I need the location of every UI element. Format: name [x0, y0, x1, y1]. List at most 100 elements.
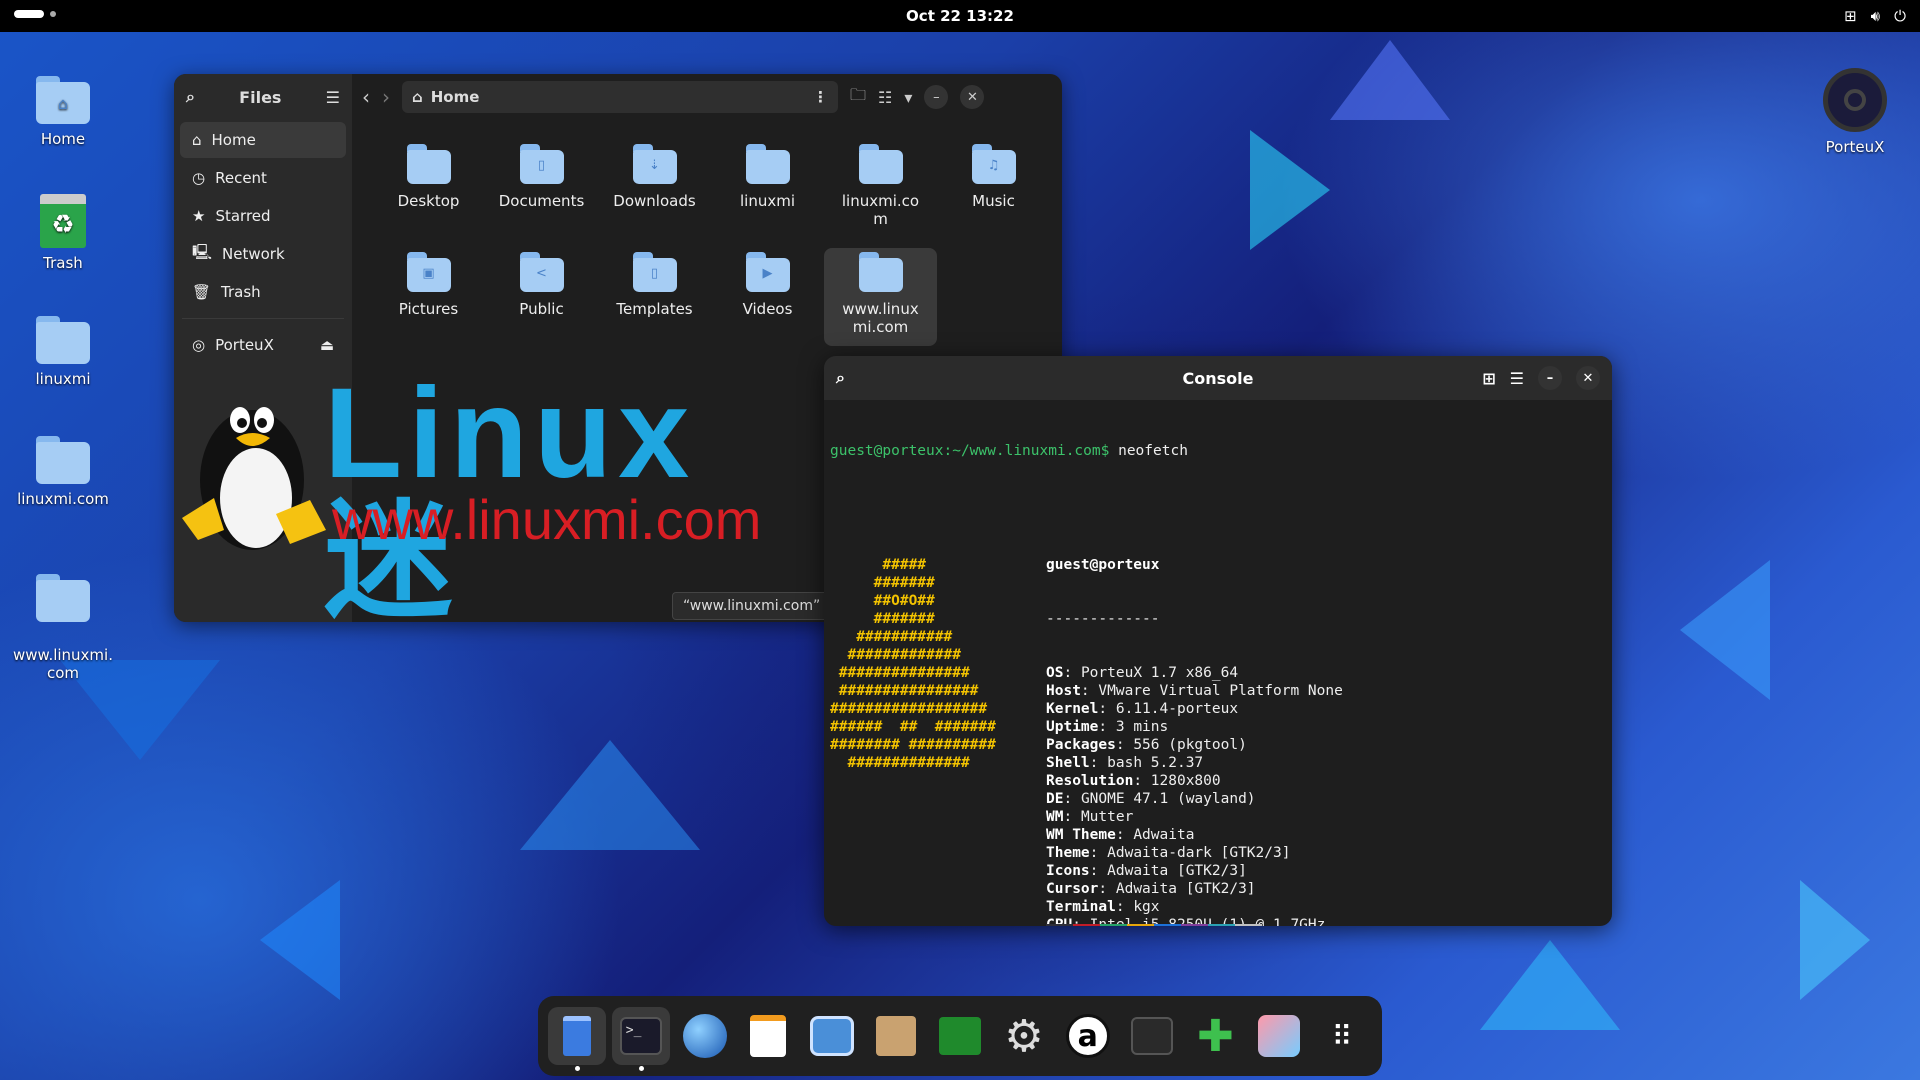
folder-label: Music	[972, 192, 1015, 210]
documents-folder-icon: ▯	[519, 144, 564, 184]
search-icon[interactable]: ⌕	[836, 368, 845, 388]
terminal-output[interactable]: guest@porteux:~/www.linuxmi.com$ neofetc…	[824, 400, 1612, 926]
desktop-icon-porteux[interactable]: PorteuX	[1800, 68, 1910, 156]
sidebar-item-porteux[interactable]: ◎ PorteuX ⏏	[180, 327, 346, 363]
color-swatch	[1181, 924, 1208, 926]
folder-item[interactable]: Desktop	[372, 140, 485, 248]
folder-label: Videos	[742, 300, 793, 318]
list-view-icon[interactable]: ☷	[878, 88, 892, 107]
desktop-icon-trash[interactable]: ♻ Trash	[8, 194, 118, 272]
volume-icon[interactable]: 🔊︎	[1871, 7, 1880, 25]
desktop-icon-home[interactable]: ⌂ Home	[8, 76, 118, 148]
folder-item[interactable]: ▶ Videos	[711, 248, 824, 356]
info-row: Host: VMware Virtual Platform None	[1046, 683, 1343, 699]
close-button[interactable]: ✕	[1576, 366, 1600, 390]
folder-item[interactable]: ▯ Documents	[485, 140, 598, 248]
star-icon: ★	[192, 207, 206, 225]
archive-manager-icon[interactable]	[867, 1007, 925, 1065]
info-row: WM Theme: Adwaita	[1046, 827, 1195, 843]
folder-item[interactable]: ▣ Pictures	[372, 248, 485, 356]
info-row: OS: PorteuX 1.7 x86_64	[1046, 665, 1239, 681]
disk-utility-icon[interactable]	[803, 1007, 861, 1065]
folder-label: www.linux mi.com	[842, 300, 919, 336]
sidebar-item-starred[interactable]: ★ Starred	[180, 198, 346, 234]
sidebar-item-label: Home	[211, 131, 256, 149]
menu-icon[interactable]: ☰	[1510, 369, 1524, 388]
path-bar[interactable]: ⌂ Home ⋮	[402, 81, 838, 113]
desktop-icon-linuxmi[interactable]: linuxmi	[8, 316, 118, 388]
tux-penguin-icon	[182, 407, 326, 550]
terminal-dark-icon[interactable]	[1123, 1007, 1181, 1065]
folder-icon	[745, 144, 790, 184]
folder-icon	[406, 144, 451, 184]
console-green-icon[interactable]	[931, 1007, 989, 1065]
chevron-down-icon[interactable]: ▾	[904, 88, 912, 107]
folder-item[interactable]: linuxmi.co m	[824, 140, 937, 248]
color-palette	[1046, 924, 1262, 926]
extensions-icon[interactable]: ✚	[1186, 1007, 1244, 1065]
info-row: Icons: Adwaita [GTK2/3]	[1046, 863, 1247, 879]
folder-label: Public	[519, 300, 564, 318]
new-tab-icon[interactable]: ⊞	[1482, 369, 1495, 388]
eject-icon[interactable]: ⏏	[320, 336, 334, 354]
file-grid: Desktop ▯ Documents ⇣ Downloads linuxmi li…	[372, 140, 1062, 356]
folder-item[interactable]: ⇣ Downloads	[598, 140, 711, 248]
activities-button[interactable]	[14, 10, 56, 18]
drive-icon: ◎	[192, 336, 206, 354]
folder-item[interactable]: ▯ Templates	[598, 248, 711, 356]
console-window[interactable]: ⌕ Console ⊞ ☰ – ✕ guest@porteux:~/www.li…	[824, 356, 1612, 926]
path-label: Home	[430, 88, 480, 106]
templates-folder-icon: ▯	[632, 252, 677, 292]
info-row: Packages: 556 (pkgtool)	[1046, 737, 1247, 753]
sidebar-item-trash[interactable]: 🗑︎ Trash	[180, 274, 346, 310]
files-app-icon[interactable]	[548, 1007, 606, 1071]
new-folder-icon[interactable]: 🗀︎	[850, 84, 866, 111]
sidebar-item-label: Network	[222, 245, 285, 263]
desktop-icon-label: PorteuX	[1825, 138, 1885, 156]
sidebar-item-network[interactable]: 🖳︎ Network	[180, 236, 346, 272]
power-icon[interactable]: ⏻	[1894, 7, 1906, 25]
web-browser-icon[interactable]	[676, 1007, 734, 1065]
linuxmi-watermark: Linux迷 www.linuxmi.com	[176, 370, 816, 626]
terminal-app-icon[interactable]: >_	[611, 1007, 670, 1071]
text-editor-icon[interactable]	[740, 1007, 798, 1065]
downloads-folder-icon: ⇣	[632, 144, 677, 184]
folder-item-selected[interactable]: www.linux mi.com	[824, 248, 937, 346]
sidebar-item-home[interactable]: ⌂ Home	[180, 122, 346, 158]
more-options-icon[interactable]: ⋮	[813, 88, 828, 106]
ascii-logo: ##### ####### ##O#O## ####### ##########…	[830, 557, 996, 771]
dock: >_ ⚙ a ✚ ⠿	[538, 996, 1382, 1076]
network-icon[interactable]: ⊞	[1844, 7, 1857, 25]
command: neofetch	[1109, 443, 1188, 459]
info-row: DE: GNOME 47.1 (wayland)	[1046, 791, 1256, 807]
folder-item[interactable]: linuxmi	[711, 140, 824, 248]
prompt: guest@porteux:~/www.linuxmi.com$	[830, 443, 1110, 459]
image-viewer-icon[interactable]	[1250, 1007, 1308, 1065]
network-icon: 🖳︎	[192, 242, 213, 261]
system-tray[interactable]: ⊞ 🔊︎ ⏻	[1844, 7, 1906, 25]
folder-item[interactable]: ♫ Music	[937, 140, 1050, 248]
info-row: Theme: Adwaita-dark [GTK2/3]	[1046, 845, 1291, 861]
trash-icon: ♻	[40, 194, 86, 248]
minimize-button[interactable]: –	[1538, 366, 1562, 390]
appimage-icon[interactable]: a	[1059, 1007, 1117, 1065]
sidebar-item-label: Trash	[221, 283, 261, 301]
forward-icon[interactable]: ›	[382, 85, 390, 109]
menu-icon[interactable]: ☰	[326, 88, 340, 107]
home-icon: ⌂	[412, 88, 423, 106]
info-row: Terminal: kgx	[1046, 899, 1160, 915]
settings-icon[interactable]: ⚙	[995, 1007, 1053, 1065]
minimize-button[interactable]: –	[924, 85, 949, 109]
sidebar-item-label: PorteuX	[215, 336, 274, 354]
desktop-icon-label: www.linuxmi. com	[13, 646, 113, 682]
app-grid-icon[interactable]: ⠿	[1314, 1007, 1372, 1065]
folder-item[interactable]: < Public	[485, 248, 598, 356]
back-icon[interactable]: ‹	[362, 85, 370, 109]
clock[interactable]: Oct 22 13:22	[906, 7, 1014, 25]
folder-icon	[36, 436, 90, 484]
search-icon[interactable]: ⌕	[186, 87, 195, 107]
desktop-icon-www-linuxmi-com[interactable]: www.linuxmi. com	[8, 556, 118, 700]
sidebar-item-recent[interactable]: ◷ Recent	[180, 160, 346, 196]
desktop-icon-linuxmi-com[interactable]: linuxmi.com	[8, 436, 118, 508]
close-button[interactable]: ✕	[960, 85, 985, 109]
